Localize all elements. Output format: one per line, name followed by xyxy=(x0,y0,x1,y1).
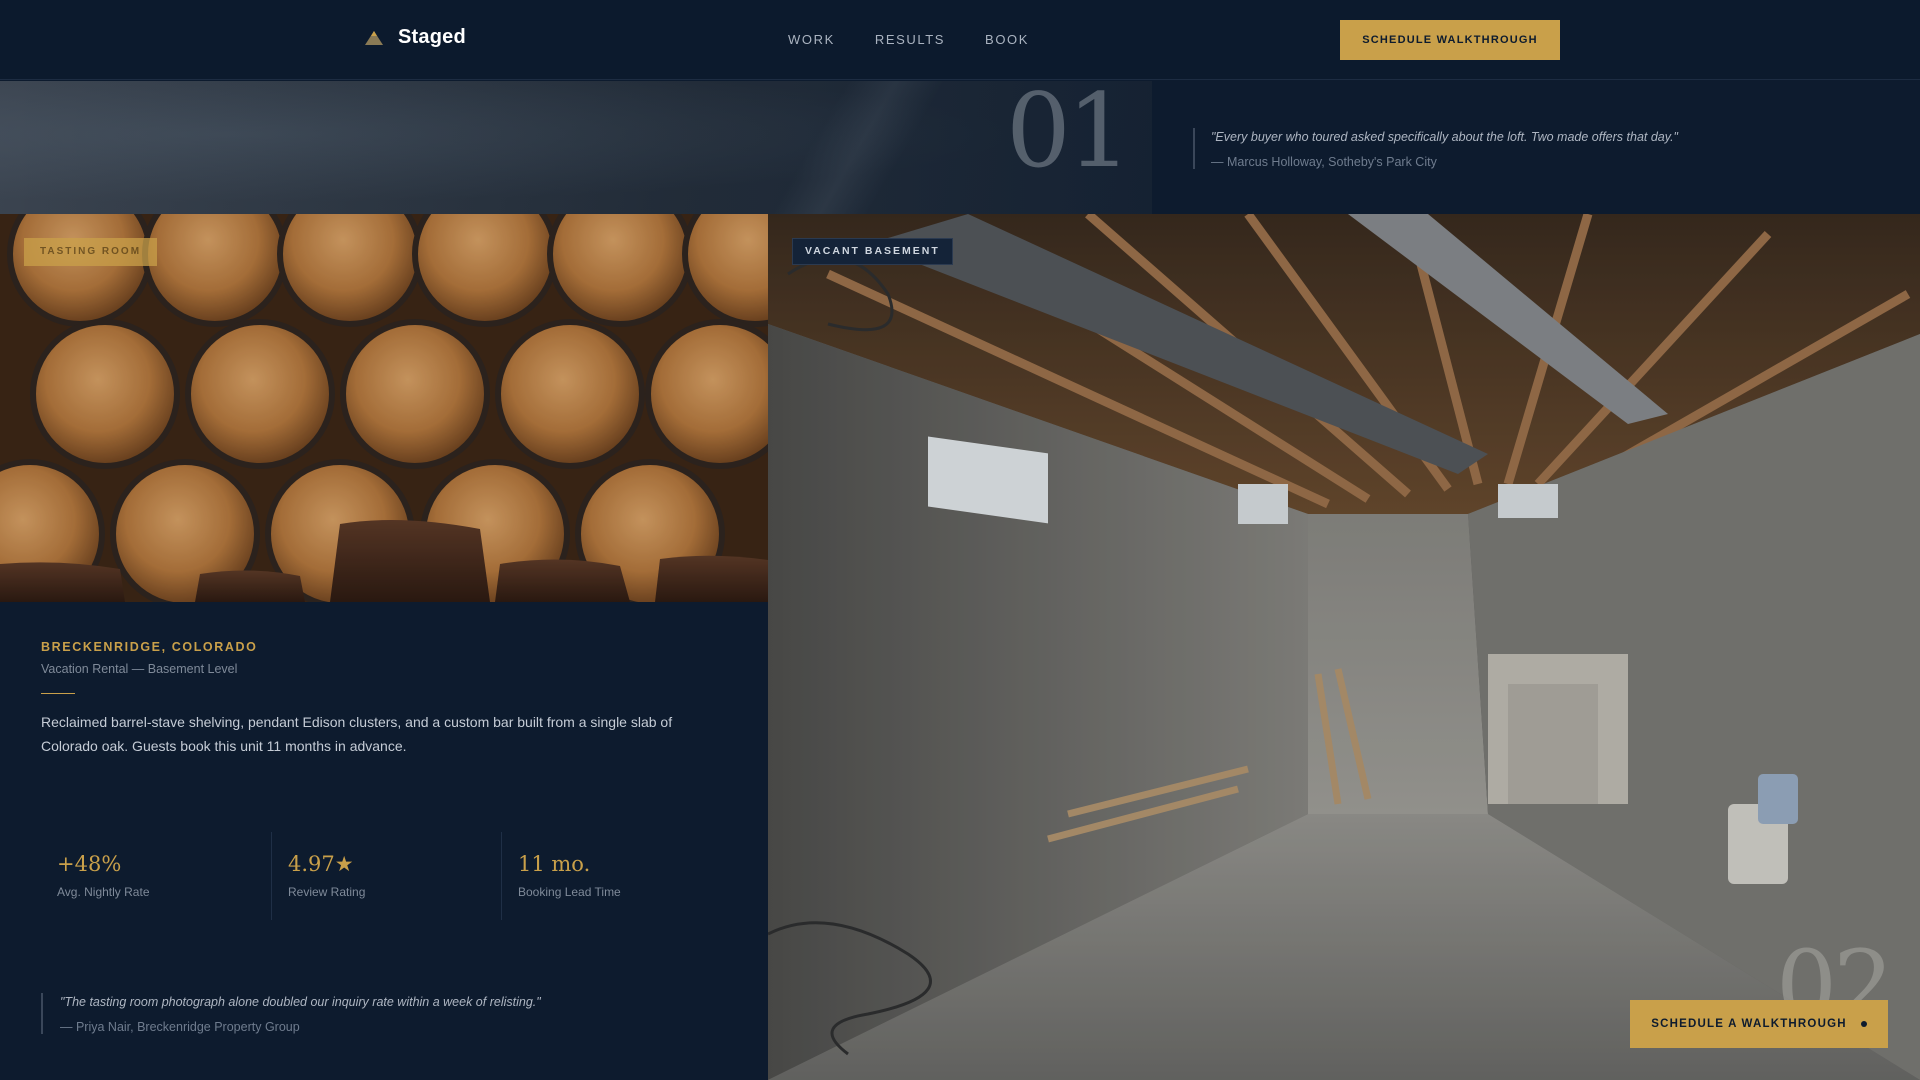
stat-value: 11 mo. xyxy=(518,852,591,876)
nav-links: WORK RESULTS BOOK xyxy=(788,32,1029,47)
nav-link-results[interactable]: RESULTS xyxy=(875,32,945,47)
stat-label: Review Rating xyxy=(288,885,366,899)
stat-label: Booking Lead Time xyxy=(518,885,621,899)
nav-link-book[interactable]: BOOK xyxy=(985,32,1029,47)
brand-logo[interactable]: Staged xyxy=(364,26,466,49)
project-location: BRECKENRIDGE, COLORADO xyxy=(41,640,258,654)
project-02-info: BRECKENRIDGE, COLORADO Vacation Rental —… xyxy=(41,640,701,759)
testimonial-text: "The tasting room photograph alone doubl… xyxy=(60,995,541,1009)
mountain-icon xyxy=(365,30,383,45)
stat-value: +48% xyxy=(57,852,122,876)
testimonial-attribution: — Priya Nair, Breckenridge Property Grou… xyxy=(60,1019,300,1034)
project-stats: +48% Avg. Nightly Rate 4.97★ Review Rati… xyxy=(41,832,731,920)
project-subtitle: Vacation Rental — Basement Level xyxy=(41,662,238,676)
dot-icon xyxy=(1860,1021,1867,1027)
project-number-01: 01 xyxy=(1006,72,1132,191)
divider xyxy=(41,693,75,694)
top-nav: Staged WORK RESULTS BOOK SCHEDULE WALKTH… xyxy=(0,0,1920,80)
stat-review-rating: 4.97★ Review Rating xyxy=(271,832,501,920)
project-02-testimonial: "The tasting room photograph alone doubl… xyxy=(41,993,681,1034)
stat-nightly-rate: +48% Avg. Nightly Rate xyxy=(41,832,271,920)
testimonial-attribution: — Marcus Holloway, Sotheby's Park City xyxy=(1211,154,1437,169)
tasting-room-photo xyxy=(0,214,768,602)
vacant-basement-photo xyxy=(768,214,1920,1080)
project-01-photo xyxy=(0,81,1152,214)
project-description: Reclaimed barrel-stave shelving, pendant… xyxy=(41,714,673,754)
before-tag: VACANT BASEMENT xyxy=(792,238,953,265)
schedule-walkthrough-button[interactable]: SCHEDULE WALKTHROUGH xyxy=(1340,20,1560,60)
stat-booking-lead: 11 mo. Booking Lead Time xyxy=(501,832,731,920)
after-tag: TASTING ROOM xyxy=(24,238,158,266)
testimonial-text: "Every buyer who toured asked specifical… xyxy=(1211,130,1678,144)
stat-label: Avg. Nightly Rate xyxy=(57,885,150,899)
brand-name: Staged xyxy=(398,26,466,48)
schedule-a-walkthrough-button[interactable]: SCHEDULE A WALKTHROUGH xyxy=(1630,1000,1888,1048)
nav-link-work[interactable]: WORK xyxy=(788,32,835,47)
stat-value: 4.97★ xyxy=(288,852,354,876)
project-01-testimonial: "Every buyer who toured asked specifical… xyxy=(1193,128,1713,169)
cta-label: SCHEDULE A WALKTHROUGH xyxy=(1651,1018,1847,1030)
